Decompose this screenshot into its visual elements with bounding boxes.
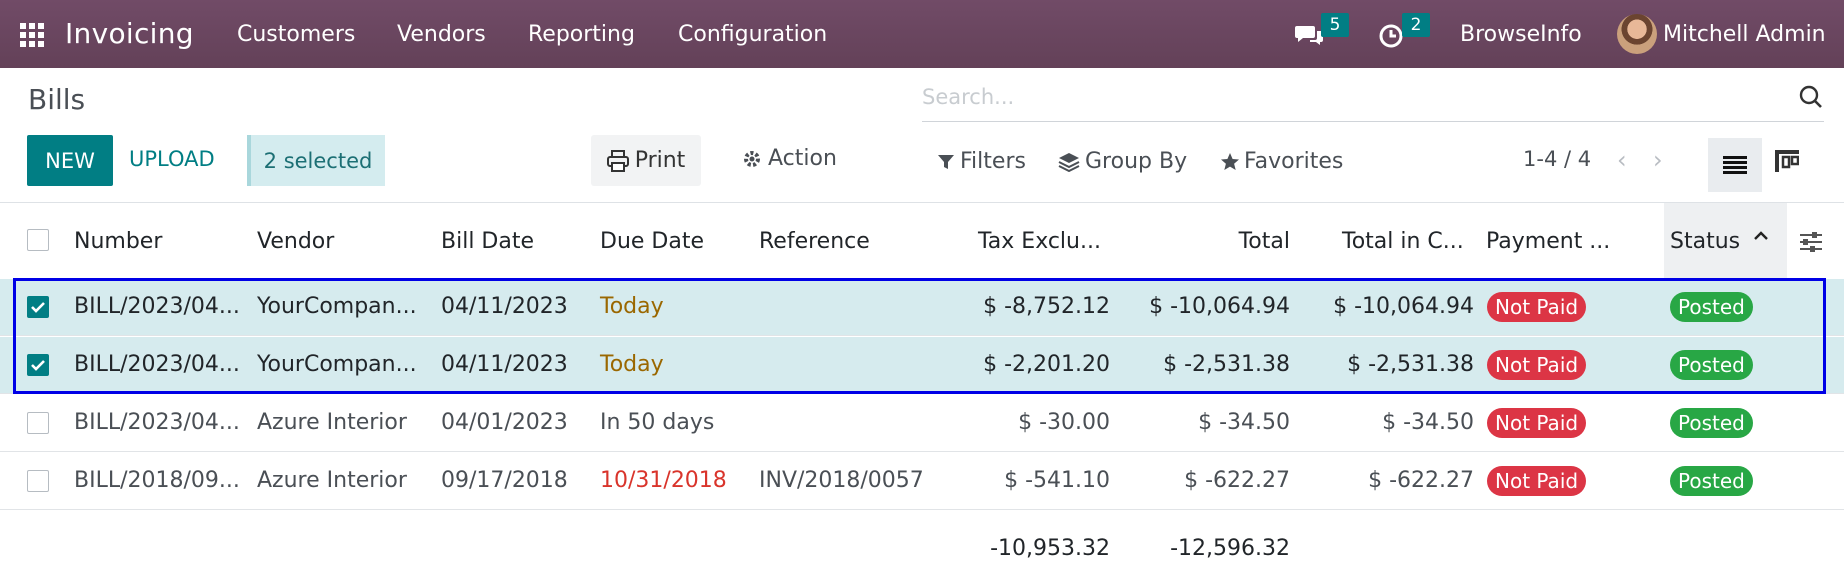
app-name[interactable]: Invoicing (65, 17, 194, 50)
search-bar (922, 80, 1824, 122)
top-navbar: Invoicing Customers Vendors Reporting Co… (0, 0, 1844, 68)
sum-tax-excluded: -10,953.32 (990, 536, 1110, 561)
payment-status-badge: Not Paid (1487, 408, 1587, 438)
cell-tax-excluded: $ -30.00 (1018, 410, 1110, 435)
pager-next-icon[interactable]: › (1653, 146, 1663, 174)
status-badge: Posted (1670, 408, 1753, 438)
filters-button[interactable]: Filters (937, 149, 1026, 174)
favorites-label: Favorites (1244, 149, 1344, 174)
action-button[interactable]: Action (742, 146, 837, 171)
cell-reference: INV/2018/0057 (759, 468, 924, 493)
groupby-button[interactable]: Group By (1058, 149, 1187, 174)
cell-due-date: 10/31/2018 (600, 468, 727, 493)
selected-count[interactable]: 2 selected (247, 135, 385, 186)
messages-icon[interactable] (1294, 20, 1324, 50)
action-label: Action (768, 146, 837, 171)
col-number[interactable]: Number (74, 229, 162, 254)
layers-icon (1058, 152, 1080, 172)
cell-vendor: Azure Interior (257, 468, 407, 493)
cell-total-currency: $ -34.50 (1382, 410, 1474, 435)
selection-highlight-box (13, 278, 1826, 394)
cell-bill-date: 04/01/2023 (441, 410, 568, 435)
col-status[interactable]: Status (1670, 229, 1740, 254)
cell-due-date: In 50 days (600, 410, 715, 435)
cell-total-currency: $ -622.27 (1368, 468, 1474, 493)
activities-badge: 2 (1402, 13, 1430, 37)
groupby-label: Group By (1085, 149, 1188, 174)
favorites-button[interactable]: Favorites (1220, 149, 1343, 174)
cell-vendor: Azure Interior (257, 410, 407, 435)
user-menu[interactable]: Mitchell Admin (1663, 22, 1826, 47)
upload-button[interactable]: UPLOAD (129, 147, 215, 171)
cell-tax-excluded: $ -541.10 (1004, 468, 1110, 493)
col-bill-date[interactable]: Bill Date (441, 229, 534, 254)
status-badge: Posted (1670, 466, 1753, 496)
col-reference[interactable]: Reference (759, 229, 870, 254)
menu-customers[interactable]: Customers (237, 22, 355, 47)
new-button[interactable]: NEW (27, 135, 113, 186)
pager-previous-icon[interactable]: ‹ (1617, 146, 1627, 174)
col-tax-excluded[interactable]: Tax Exclu... (978, 229, 1101, 254)
optional-columns-icon[interactable] (1799, 230, 1823, 260)
pager-value[interactable]: 1-4 / 4 (1523, 147, 1591, 171)
col-vendor[interactable]: Vendor (257, 229, 334, 254)
kanban-view-icon[interactable] (1775, 150, 1800, 176)
search-icon[interactable] (1798, 84, 1824, 114)
print-icon (606, 149, 629, 172)
star-icon (1220, 152, 1240, 172)
col-due-date[interactable]: Due Date (600, 229, 704, 254)
menu-vendors[interactable]: Vendors (397, 22, 486, 47)
search-input[interactable] (922, 80, 1782, 114)
table-row[interactable]: BILL/2018/09... Azure Interior 09/17/201… (0, 453, 1844, 510)
cell-total: $ -34.50 (1198, 410, 1290, 435)
header-divider (0, 202, 1844, 203)
filters-label: Filters (960, 149, 1026, 174)
row-checkbox[interactable] (27, 412, 49, 434)
menu-reporting[interactable]: Reporting (528, 22, 635, 47)
col-total[interactable]: Total (1160, 229, 1290, 254)
col-total-currency[interactable]: Total in C... (1342, 229, 1464, 254)
table-row[interactable]: BILL/2023/04... Azure Interior 04/01/202… (0, 395, 1844, 452)
company-switcher[interactable]: BrowseInfo (1460, 22, 1582, 47)
cell-number: BILL/2023/04... (74, 410, 240, 435)
print-button[interactable]: Print (591, 135, 701, 186)
cell-number: BILL/2018/09... (74, 468, 240, 493)
row-checkbox[interactable] (27, 470, 49, 492)
select-all-checkbox[interactable] (27, 229, 49, 251)
cell-bill-date: 09/17/2018 (441, 468, 568, 493)
apps-menu-icon[interactable] (20, 23, 44, 47)
sum-total: -12,596.32 (1170, 536, 1290, 561)
filter-icon (937, 153, 955, 171)
user-avatar[interactable] (1617, 14, 1657, 54)
menu-configuration[interactable]: Configuration (678, 22, 827, 47)
gear-icon (742, 149, 762, 169)
payment-status-badge: Not Paid (1487, 466, 1587, 496)
print-label: Print (634, 148, 686, 173)
sort-ascending-icon (1752, 226, 1770, 251)
messages-badge: 5 (1321, 13, 1349, 37)
page-title: Bills (28, 83, 86, 116)
list-view-icon[interactable] (1708, 138, 1762, 192)
col-payment-status[interactable]: Payment ... (1486, 229, 1610, 254)
cell-total: $ -622.27 (1184, 468, 1290, 493)
